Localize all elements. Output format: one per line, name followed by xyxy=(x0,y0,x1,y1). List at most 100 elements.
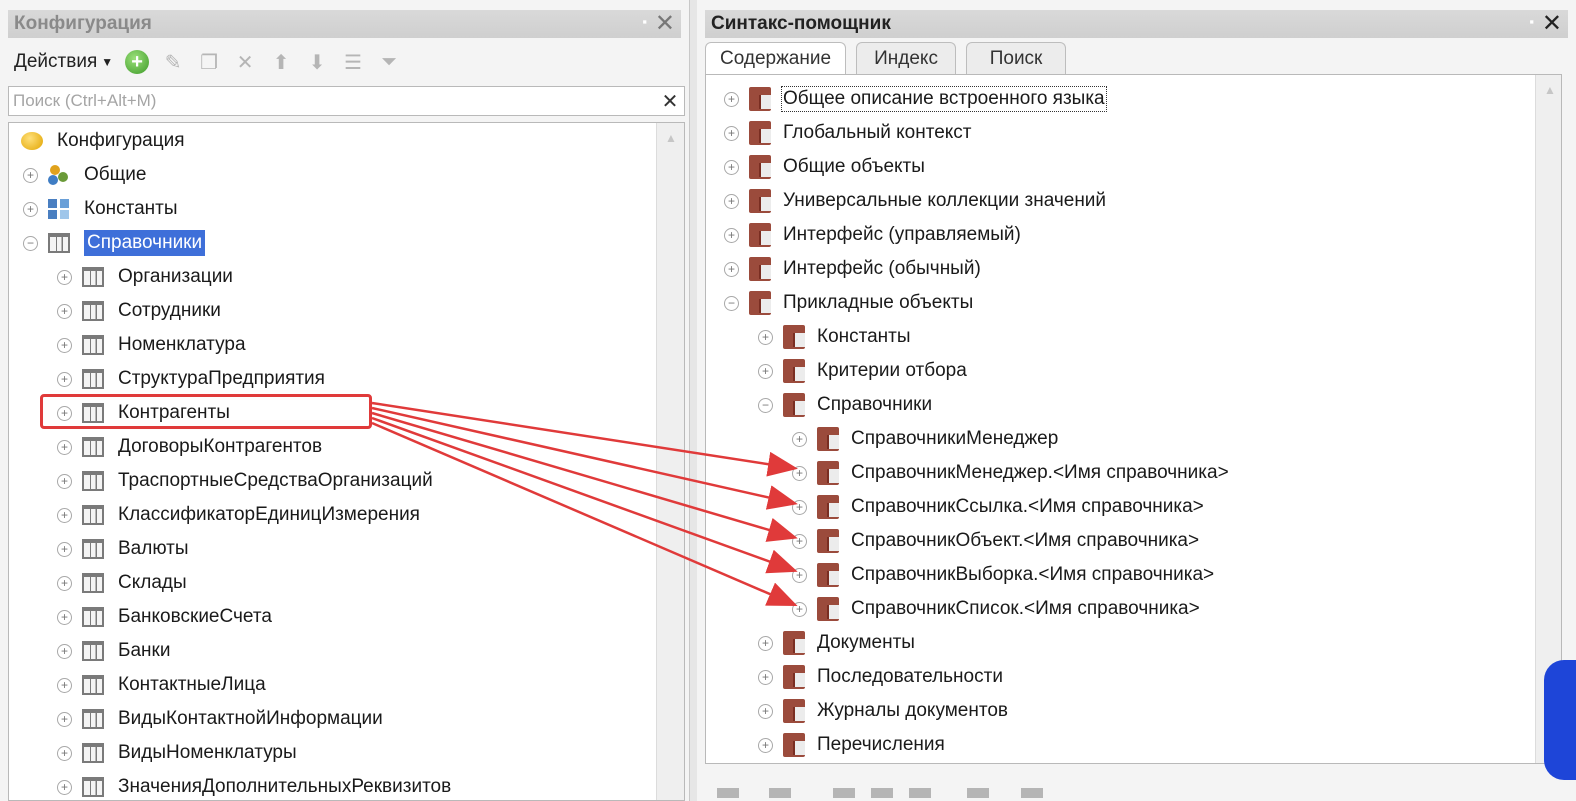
expand-icon[interactable]: + xyxy=(57,303,72,319)
syntax-tree-item[interactable]: + СправочникОбъект.<Имя справочника> xyxy=(792,526,1199,556)
move-up-icon[interactable]: ⬆ xyxy=(269,50,293,74)
actions-menu-button[interactable]: Действия ▼ xyxy=(14,51,113,73)
edit-icon[interactable]: ✎ xyxy=(161,50,185,74)
close-icon[interactable]: ✕ xyxy=(655,9,675,38)
toolbar-icon[interactable] xyxy=(871,788,893,798)
expand-icon[interactable]: + xyxy=(23,167,38,183)
syntax-tree-item[interactable]: + Универсальные коллекции значений xyxy=(724,186,1106,216)
tree-item-catalog[interactable]: + ТраспортныеСредстваОрганизаций xyxy=(57,466,433,496)
expand-icon[interactable]: + xyxy=(792,499,807,515)
expand-icon[interactable]: + xyxy=(57,745,72,761)
expand-icon[interactable]: + xyxy=(57,507,72,523)
scroll-up-icon[interactable]: ▲ xyxy=(1544,83,1556,97)
expand-icon[interactable]: + xyxy=(724,159,739,175)
tab-index[interactable]: Индекс xyxy=(856,42,957,74)
expand-icon[interactable]: + xyxy=(57,677,72,693)
tree-item-common[interactable]: + Общие xyxy=(23,160,146,190)
expand-icon[interactable]: + xyxy=(724,193,739,209)
expand-icon[interactable]: + xyxy=(758,669,773,685)
tree-item-catalog[interactable]: + КонтактныеЛица xyxy=(57,670,266,700)
syntax-tree-item[interactable]: + СправочникСсылка.<Имя справочника> xyxy=(792,492,1204,522)
pin-icon[interactable]: ▪ xyxy=(1529,14,1534,29)
expand-icon[interactable]: + xyxy=(792,533,807,549)
tree-item-constants[interactable]: + Константы xyxy=(23,194,178,224)
close-icon[interactable]: ✕ xyxy=(1542,9,1562,38)
expand-icon[interactable]: + xyxy=(57,337,72,353)
expand-icon[interactable]: + xyxy=(57,371,72,387)
expand-icon[interactable]: + xyxy=(57,643,72,659)
syntax-tree-item[interactable]: + Константы xyxy=(758,322,911,352)
expand-icon[interactable]: + xyxy=(758,635,773,651)
syntax-tree-item[interactable]: + Документы xyxy=(758,628,915,658)
toolbar-icon[interactable] xyxy=(909,788,931,798)
expand-icon[interactable]: + xyxy=(57,473,72,489)
tree-item-catalog[interactable]: + СтруктураПредприятия xyxy=(57,364,325,394)
tree-item-catalog[interactable]: + БанковскиеСчета xyxy=(57,602,272,632)
syntax-tree-item[interactable]: + СправочникМенеджер.<Имя справочника> xyxy=(792,458,1229,488)
tree-item-catalog[interactable]: + Склады xyxy=(57,568,187,598)
syntax-tree-item[interactable]: + СправочникСписок.<Имя справочника> xyxy=(792,594,1200,624)
toolbar-icon[interactable] xyxy=(967,788,989,798)
expand-icon[interactable]: + xyxy=(57,541,72,557)
tree-item-catalog[interactable]: + ВидыНоменклатуры xyxy=(57,738,297,768)
tree-item-catalog[interactable]: + ДоговорыКонтрагентов xyxy=(57,432,322,462)
tree-item-catalog[interactable]: + Валюты xyxy=(57,534,189,564)
tree-item-catalog[interactable]: + КлассификаторЕдиницИзмерения xyxy=(57,500,420,530)
syntax-tree-item[interactable]: − Справочники xyxy=(758,390,932,420)
expand-icon[interactable]: + xyxy=(792,601,807,617)
collapse-icon[interactable]: − xyxy=(758,397,773,413)
list-icon[interactable]: ☰ xyxy=(341,50,365,74)
tree-item-catalog[interactable]: + Сотрудники xyxy=(57,296,221,326)
syntax-tree-item[interactable]: + Журналы документов xyxy=(758,696,1008,726)
syntax-tree-item[interactable]: + Глобальный контекст xyxy=(724,118,972,148)
expand-icon[interactable]: + xyxy=(758,329,773,345)
tree-item-catalog[interactable]: + Номенклатура xyxy=(57,330,246,360)
syntax-tree-item[interactable]: + Общее описание встроенного языка xyxy=(724,84,1107,114)
syntax-tree-item[interactable]: + Последовательности xyxy=(758,662,1003,692)
syntax-tree-item[interactable]: + СправочникВыборка.<Имя справочника> xyxy=(792,560,1214,590)
syntax-tree-item[interactable]: − Прикладные объекты xyxy=(724,288,973,318)
tree-item-configuration[interactable]: Конфигурация xyxy=(21,126,185,156)
expand-icon[interactable]: + xyxy=(57,575,72,591)
collapse-icon[interactable]: − xyxy=(724,295,739,311)
toolbar-icon[interactable] xyxy=(1021,788,1043,798)
panel-splitter[interactable] xyxy=(690,0,697,801)
expand-icon[interactable]: + xyxy=(57,269,72,285)
expand-icon[interactable]: + xyxy=(792,465,807,481)
add-icon[interactable]: + xyxy=(125,50,150,74)
expand-icon[interactable]: + xyxy=(724,227,739,243)
copy-icon[interactable]: ❐ xyxy=(197,50,221,74)
expand-icon[interactable]: + xyxy=(724,261,739,277)
expand-icon[interactable]: + xyxy=(57,609,72,625)
tab-contents[interactable]: Содержание xyxy=(705,42,847,74)
expand-icon[interactable]: + xyxy=(758,703,773,719)
syntax-tree-item[interactable]: + Интерфейс (управляемый) xyxy=(724,220,1021,250)
tree-item-catalogs[interactable]: − Справочники xyxy=(23,228,206,258)
syntax-tree-item[interactable]: + Интерфейс (обычный) xyxy=(724,254,981,284)
toolbar-icon[interactable] xyxy=(717,788,739,798)
expand-icon[interactable]: + xyxy=(724,91,739,107)
vertical-scrollbar[interactable]: ▲ xyxy=(656,123,684,800)
collapse-icon[interactable]: − xyxy=(23,235,38,251)
expand-icon[interactable]: + xyxy=(724,125,739,141)
delete-icon[interactable]: ✕ xyxy=(233,50,257,74)
tree-item-catalog[interactable]: + Организации xyxy=(57,262,233,292)
expand-icon[interactable]: + xyxy=(57,779,72,795)
expand-icon[interactable]: + xyxy=(758,737,773,753)
expand-icon[interactable]: + xyxy=(758,363,773,379)
expand-icon[interactable]: + xyxy=(57,711,72,727)
tab-search[interactable]: Поиск xyxy=(966,42,1067,74)
expand-icon[interactable]: + xyxy=(57,439,72,455)
scroll-up-icon[interactable]: ▲ xyxy=(665,131,677,145)
pin-icon[interactable]: ▪ xyxy=(642,14,647,29)
syntax-tree-item[interactable]: + Критерии отбора xyxy=(758,356,967,386)
expand-icon[interactable]: + xyxy=(23,201,38,217)
toolbar-icon[interactable] xyxy=(833,788,855,798)
expand-icon[interactable]: + xyxy=(792,431,807,447)
expand-icon[interactable]: + xyxy=(792,567,807,583)
toolbar-icon[interactable] xyxy=(769,788,791,798)
search-input[interactable] xyxy=(9,87,656,115)
tree-item-catalog[interactable]: + ЗначенияДополнительныхРеквизитов xyxy=(57,772,451,800)
vertical-scrollbar[interactable]: ▲ xyxy=(1535,75,1561,763)
tree-item-catalog[interactable]: + Банки xyxy=(57,636,170,666)
